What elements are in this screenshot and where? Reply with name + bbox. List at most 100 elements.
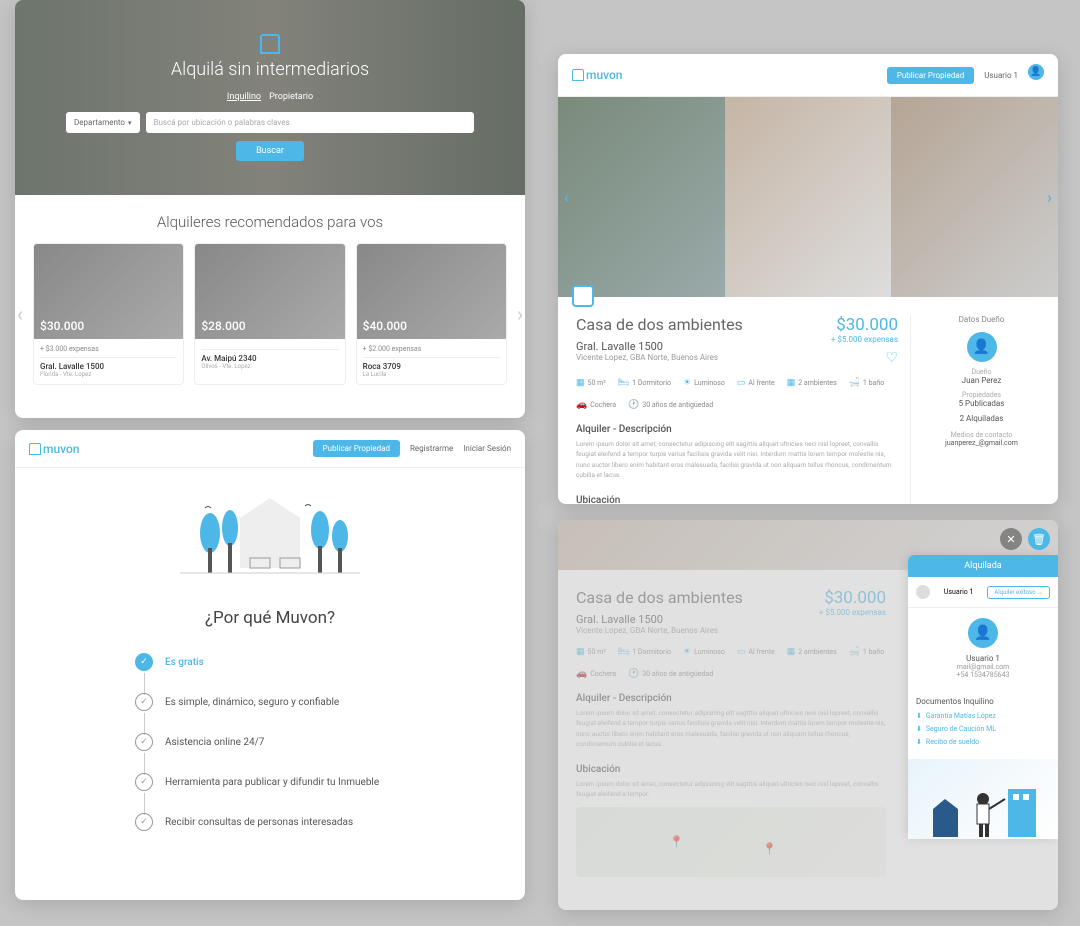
spec-label: 30 años de antigüedad [642,401,713,409]
steps-list: ✓Es gratis ✓Es simple, dinámico, seguro … [15,653,525,831]
register-link[interactable]: Registrarme [410,444,453,453]
document-link[interactable]: ⬇Recibo de sueldo [916,738,1050,746]
tab-tenant[interactable]: Inquilino [227,92,261,102]
description-heading: Alquiler - Descripción [576,424,898,435]
description-text: Lorem ipsum dolor sit amet, consectetur … [576,439,898,481]
logo-icon [572,69,584,81]
spec-label: Luminoso [694,379,725,387]
login-link[interactable]: Iniciar Sesión [463,444,511,453]
area-icon: ▦ [576,378,585,388]
spec-item: 🛏1 Dormitorio [618,378,671,388]
navbar: muvon Publicar Propiedad Usuario 1 👤 [558,54,1058,97]
gallery-prev-icon[interactable]: ‹ [564,188,569,207]
spec-item: ☀Luminoso [683,378,725,388]
success-button[interactable]: Alquiler exitoso → [987,586,1050,599]
document-link[interactable]: ⬇ Seguro de Caución ML [916,725,1050,733]
spec-item: ▦50 m² [576,378,606,388]
gallery-image[interactable] [558,97,725,297]
property-address: Gral. Lavalle 1500 [576,340,743,353]
check-icon: ✓ [135,813,153,831]
carousel-prev-icon[interactable]: ‹ [17,302,23,326]
card-expenses: + $2.000 expensas [363,345,500,358]
card-expenses [201,345,338,350]
close-icon[interactable]: ✕ [1000,528,1022,550]
card-image: $28.000 [195,244,344,339]
card-location: La Lucila [363,371,500,378]
gallery-next-icon[interactable]: › [1047,188,1052,207]
download-icon: ⬇ [916,738,922,746]
logo[interactable]: muvon [29,442,79,456]
tab-owner[interactable]: Propietario [269,92,313,102]
sun-icon: ☀ [683,378,691,388]
spec-item: ▭Al frente [737,378,775,388]
card-image: $30.000 [34,244,183,339]
favorite-icon[interactable]: ♡ [831,350,898,366]
tenant-side-panel: Alquilada Usuario 1 Alquiler exitoso → 👤… [908,555,1058,839]
tenant-email: mail@gmail.com [918,663,1048,671]
card-image: $40.000 [357,244,506,339]
step-item: ✓ Es gratis [135,653,405,671]
card-expenses: + $3.000 expensas [40,345,177,358]
listing-card[interactable]: $28.000 Av. Maipú 2340 Olivos - Vte. Lop… [194,243,345,385]
search-button[interactable]: Buscar [236,141,304,161]
check-icon: ✓ [135,773,153,791]
gallery-image[interactable] [891,97,1058,297]
card-address: Av. Maipú 2340 [201,354,338,363]
logo[interactable]: muvon [572,68,622,82]
document-link[interactable]: ⬇Garantía Matías López [916,712,1050,720]
listing-card[interactable]: $30.000 + $3.000 expensas Gral. Lavalle … [33,243,184,385]
step-label: Es gratis [165,657,204,668]
step-label: Es simple, dinámico, seguro y confiable [165,697,339,708]
property-price: $30.000 [831,315,898,335]
illustration [15,488,525,588]
carousel-next-icon[interactable]: › [517,302,523,326]
gallery-image[interactable] [725,97,892,297]
hero-listings-panel: Alquilá sin intermediarios Inquilino Pro… [15,0,525,418]
spec-item: 🚗Cochera [576,400,616,410]
bath-icon: 🛁 [849,378,860,388]
garage-icon: 🚗 [576,400,587,410]
check-icon: ✓ [135,733,153,751]
avatar-icon[interactable]: 👤 [1028,64,1044,80]
navbar: muvon Publicar Propiedad Registrarme Ini… [15,430,525,468]
search-input[interactable]: Buscá por ubicación o palabras claves [146,112,474,133]
card-address: Gral. Lavalle 1500 [40,362,177,371]
document-label: Seguro de Caución ML [926,725,996,733]
step-item: ✓Es simple, dinámico, seguro y confiable [135,693,405,711]
step-label: Recibir consultas de personas interesada… [165,817,353,828]
hero: Alquilá sin intermediarios Inquilino Pro… [15,0,525,195]
owner-role-label: Dueño [923,368,1040,376]
spec-label: 2 ambientes [798,379,836,387]
status-badge: Alquilada [908,555,1058,577]
card-location: Olivos - Vte. Lopez [201,363,338,370]
delete-icon[interactable]: 🗑 [1028,528,1050,550]
user-label: Usuario 1 [944,588,974,596]
why-panel: muvon Publicar Propiedad Registrarme Ini… [15,430,525,900]
spec-label: Al frente [748,379,774,387]
publish-button[interactable]: Publicar Propiedad [887,67,974,84]
photo-gallery: ‹ › [558,97,1058,297]
user-label[interactable]: Usuario 1 [984,71,1018,80]
download-icon: ⬇ [916,712,922,720]
card-address: Roca 3709 [363,362,500,371]
download-icon: ⬇ [916,725,922,733]
step-item: ✓ Recibir consultas de personas interesad… [135,813,405,831]
spec-item: ▦2 ambientes [787,378,837,388]
listing-card[interactable]: $40.000 + $2.000 expensas Roca 3709 La L… [356,243,507,385]
logo-text: muvon [43,442,79,456]
spec-item: 🛁1 baño [849,378,885,388]
check-icon: ✓ [135,653,153,671]
tenant-phone: +54 1534785643 [918,671,1048,679]
spec-label: 1 baño [863,379,884,387]
hero-title: Alquilá sin intermediarios [171,59,369,80]
tenant-avatar-icon: 👤 [968,618,998,648]
spec-label: Cochera [590,401,616,409]
owner-props-label: Propiedades [923,391,1040,399]
logo-text: muvon [586,68,622,82]
property-detail-panel: muvon Publicar Propiedad Usuario 1 👤 ‹ ›… [558,54,1058,504]
illustration [908,759,1058,839]
publish-button[interactable]: Publicar Propiedad [313,440,400,457]
owner-name: Juan Perez [923,376,1040,385]
type-select[interactable]: Departamento [66,112,140,133]
why-title: ¿Por qué Muvon? [15,608,525,628]
